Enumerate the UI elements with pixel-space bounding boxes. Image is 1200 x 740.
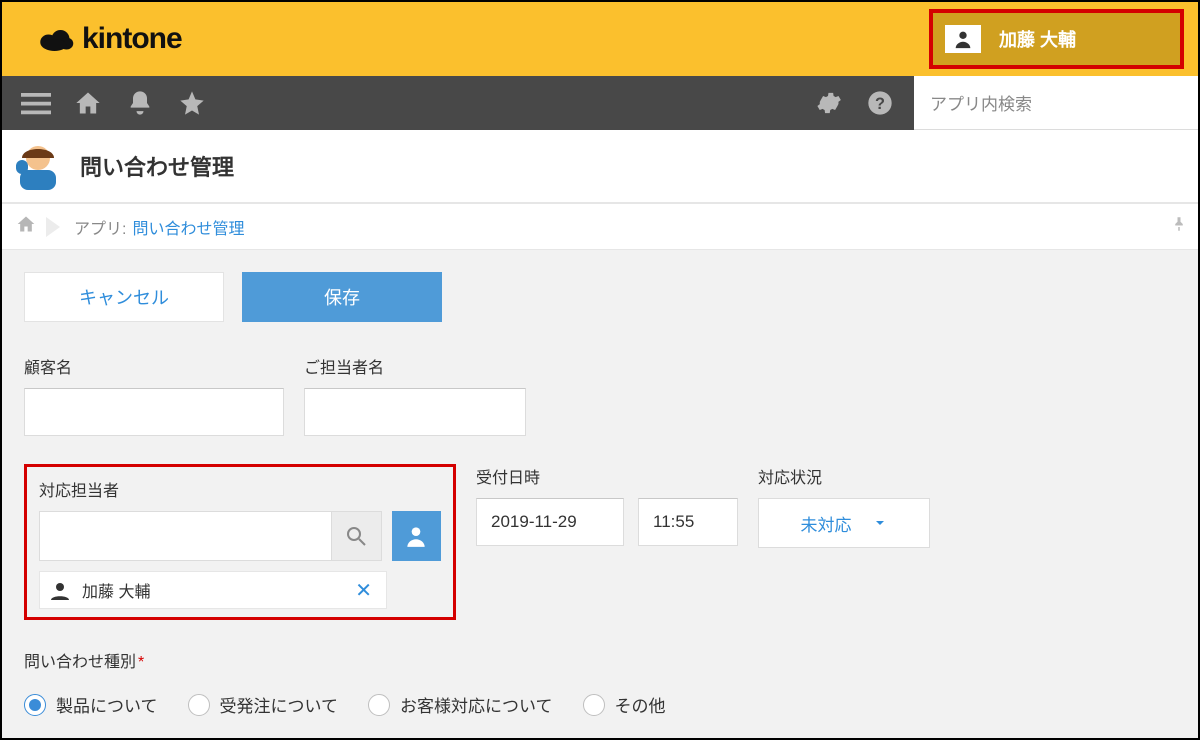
brand-logo: kintone [38, 22, 182, 56]
breadcrumb: アプリ: 問い合わせ管理 [2, 204, 1198, 250]
status-field: 対応状況 未対応 [758, 464, 930, 548]
save-button[interactable]: 保存 [242, 272, 442, 322]
help-icon[interactable]: ? [860, 83, 900, 123]
bell-icon[interactable] [120, 83, 160, 123]
inquiry-type-field: 問い合わせ種別* 製品について 受発注について お客様対応について その他 [24, 648, 1176, 717]
brand-header: kintone 加藤 大輔 [2, 2, 1198, 76]
received-field: 受付日時 2019-11-29 11:55 [476, 464, 738, 546]
svg-text:?: ? [875, 95, 885, 113]
customer-input[interactable] [24, 388, 284, 436]
chevron-down-icon [872, 515, 888, 531]
status-value: 未対応 [801, 511, 852, 536]
chevron-right-icon [46, 217, 60, 237]
search-icon[interactable] [331, 512, 381, 560]
status-dropdown[interactable]: 未対応 [758, 498, 930, 548]
remove-chip-icon[interactable]: ✕ [349, 578, 378, 603]
current-user-name: 加藤 大輔 [999, 26, 1076, 52]
received-label: 受付日時 [476, 464, 738, 488]
inquiry-type-label: 問い合わせ種別* [24, 648, 1176, 672]
app-title-bar: 問い合わせ管理 [2, 130, 1198, 204]
breadcrumb-app-link[interactable]: 問い合わせ管理 [132, 215, 244, 239]
contact-label: ご担当者名 [304, 354, 526, 378]
radio-order[interactable]: 受発注について [188, 692, 339, 717]
user-avatar-icon [945, 25, 981, 53]
received-time-input[interactable]: 11:55 [638, 498, 738, 546]
toolbar-left: ? [2, 76, 914, 130]
assignee-search-input[interactable] [40, 512, 331, 560]
status-label: 対応状況 [758, 464, 930, 488]
gear-icon[interactable] [808, 83, 848, 123]
contact-input[interactable] [304, 388, 526, 436]
action-buttons: キャンセル 保存 [24, 272, 1176, 322]
brand-text: kintone [82, 22, 182, 56]
cancel-button[interactable]: キャンセル [24, 272, 224, 322]
app-title: 問い合わせ管理 [80, 150, 234, 182]
customer-label: 顧客名 [24, 354, 284, 378]
star-icon[interactable] [172, 83, 212, 123]
app-avatar-icon [10, 138, 66, 194]
record-form: キャンセル 保存 顧客名 ご担当者名 対応担当者 [2, 250, 1198, 738]
current-user-pill[interactable]: 加藤 大輔 [929, 9, 1184, 69]
radio-support[interactable]: お客様対応について [368, 692, 553, 717]
assignee-chip: 加藤 大輔 ✕ [39, 571, 387, 609]
cloud-icon [38, 26, 74, 52]
user-avatar-icon [48, 580, 72, 600]
pin-icon[interactable] [1170, 215, 1188, 238]
app-search[interactable]: アプリ内検索 [914, 76, 1198, 130]
contact-field: ご担当者名 [304, 354, 526, 436]
global-toolbar: ? アプリ内検索 [2, 76, 1198, 130]
home-icon[interactable] [68, 83, 108, 123]
customer-field: 顧客名 [24, 354, 284, 436]
radio-other[interactable]: その他 [583, 692, 666, 717]
search-placeholder: アプリ内検索 [930, 90, 1032, 115]
menu-icon[interactable] [16, 83, 56, 123]
assignee-chip-name: 加藤 大輔 [82, 578, 150, 602]
user-picker-button[interactable] [392, 511, 441, 561]
breadcrumb-home-icon[interactable] [16, 214, 36, 239]
breadcrumb-prefix: アプリ: [74, 215, 126, 239]
assignee-label: 対応担当者 [39, 477, 441, 501]
assignee-search-wrap [39, 511, 382, 561]
assignee-field-highlight: 対応担当者 加藤 大輔 ✕ [24, 464, 456, 620]
received-date-input[interactable]: 2019-11-29 [476, 498, 624, 546]
radio-product[interactable]: 製品について [24, 692, 158, 717]
